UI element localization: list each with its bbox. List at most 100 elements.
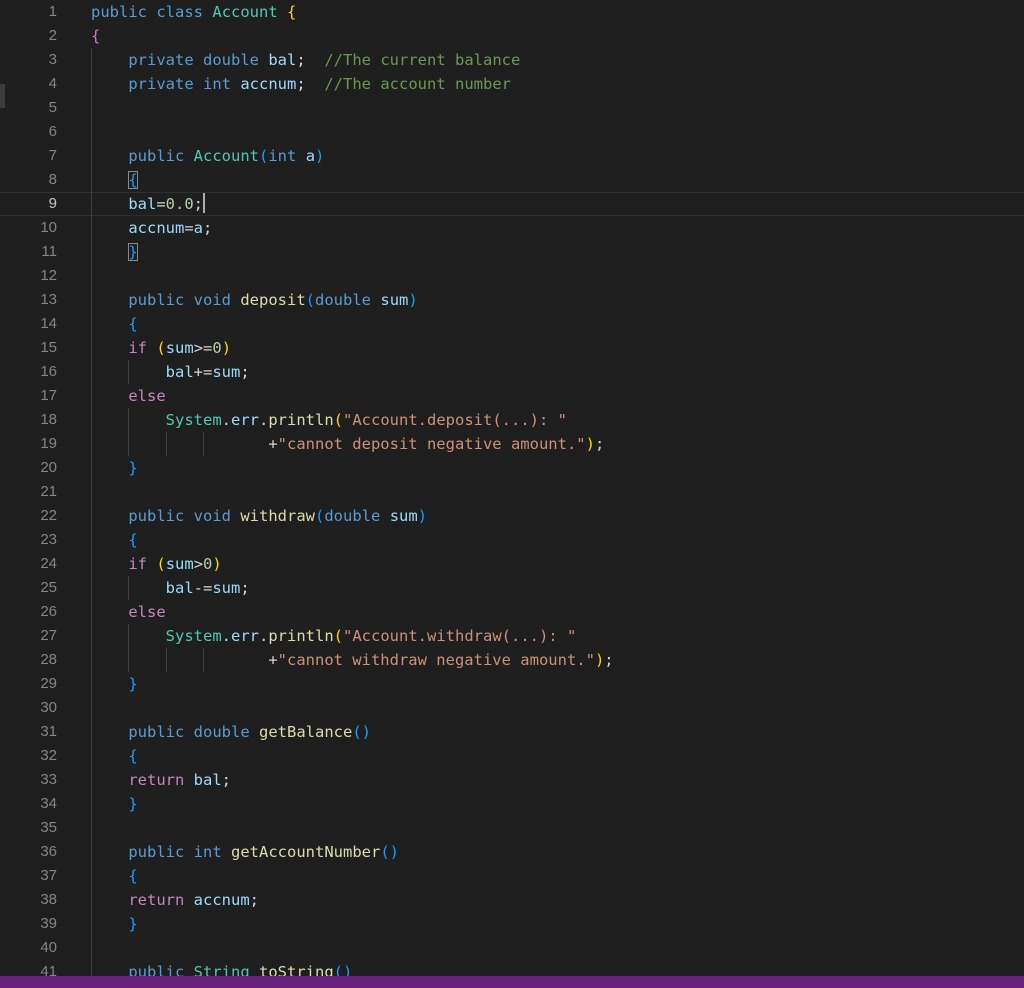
code-token: ( [305,291,316,309]
line-number: 34 [40,795,57,812]
code-editor[interactable]: 1 public class Account {2{3 private doubl… [0,0,1024,984]
code-token: ) [594,651,605,669]
code-token: double [203,51,259,69]
code-line[interactable]: 17 else [0,384,1024,408]
code-line[interactable]: 15 if (sum>=0) [0,336,1024,360]
line-number: 9 [48,195,57,212]
code-line[interactable]: 35 [0,816,1024,840]
code-token: return [128,771,185,789]
code-line[interactable]: 21 [0,480,1024,504]
code-line[interactable]: 2{ [0,24,1024,48]
indent-guide [128,360,130,384]
code-token: //The account number [324,75,511,93]
code-token: int [268,147,297,165]
line-number: 13 [40,291,57,308]
code-line[interactable]: 3 private double bal; //The current bala… [0,48,1024,72]
code-token: { [287,3,297,21]
code-line[interactable]: 1 public class Account { [0,0,1024,24]
code-line[interactable]: 8 { [0,168,1024,192]
line-code: { [91,864,138,888]
code-line[interactable]: 28 +"cannot withdraw negative amount."); [0,648,1024,672]
code-line[interactable]: 6 [0,120,1024,144]
indent-guide [165,648,167,672]
code-line[interactable]: 34 } [0,792,1024,816]
line-number: 12 [40,267,57,284]
line-number: 7 [48,147,57,164]
code-token: getAccountNumber [231,843,381,861]
code-token: >= [193,339,213,357]
code-line[interactable]: 38 return accnum; [0,888,1024,912]
line-code: } [91,240,138,264]
indent-guide [202,432,204,456]
line-number: 38 [40,891,57,908]
code-line[interactable]: 22 public void withdraw(double sum) [0,504,1024,528]
code-token: public [91,3,147,21]
line-number: 32 [40,747,57,764]
code-line[interactable]: 30 [0,696,1024,720]
code-line[interactable]: 5 [0,96,1024,120]
code-line[interactable]: 37 { [0,864,1024,888]
line-number: 2 [48,27,57,44]
code-line[interactable]: 24 if (sum>0) [0,552,1024,576]
code-line[interactable]: 23 { [0,528,1024,552]
line-number: 16 [40,363,57,380]
code-line[interactable]: 40 [0,936,1024,960]
code-token: else [128,603,166,621]
code-token: ( [333,627,344,645]
code-line[interactable]: 14 { [0,312,1024,336]
code-token: ) [408,291,418,309]
code-line[interactable]: 32 { [0,744,1024,768]
code-token: ( [156,339,166,357]
code-line[interactable]: 19 +"cannot deposit negative amount."); [0,432,1024,456]
code-token: 0 [212,339,222,357]
code-token: ; [221,771,232,789]
code-line[interactable]: 12 [0,264,1024,288]
code-line[interactable]: 27 System.err.println("Account.withdraw(… [0,624,1024,648]
code-token: //The current balance [324,51,521,69]
line-number: 4 [48,75,57,92]
line-code: { [91,168,138,192]
code-token: sum [212,579,241,597]
code-line[interactable]: 36 public int getAccountNumber() [0,840,1024,864]
code-line[interactable]: 20 } [0,456,1024,480]
code-line[interactable]: 10 accnum=a; [0,216,1024,240]
code-line[interactable]: 7 public Account(int a) [0,144,1024,168]
code-line[interactable]: 4 private int accnum; //The account numb… [0,72,1024,96]
code-line[interactable]: 31 public double getBalance() [0,720,1024,744]
code-token: } [128,459,138,477]
code-line[interactable]: 18 System.err.println("Account.deposit(.… [0,408,1024,432]
line-number: 11 [41,243,57,260]
line-number: 18 [40,411,57,428]
code-line[interactable]: 26 else [0,600,1024,624]
code-token: getBalance [259,723,353,741]
code-line[interactable]: 9 bal=0.0; [0,192,1024,216]
code-line[interactable]: 33 return bal; [0,768,1024,792]
code-token: { [128,867,138,885]
line-code: { [91,744,137,768]
code-token: "cannot deposit negative amount." [277,435,586,453]
code-line[interactable]: 25 bal-=sum; [0,576,1024,600]
code-token: private [128,75,194,93]
code-line[interactable]: 11 } [0,240,1024,264]
code-line[interactable]: 39 } [0,912,1024,936]
code-line[interactable]: 29 } [0,672,1024,696]
code-line[interactable]: 13 public void deposit(double sum) [0,288,1024,312]
code-line[interactable]: 16 bal+=sum; [0,360,1024,384]
